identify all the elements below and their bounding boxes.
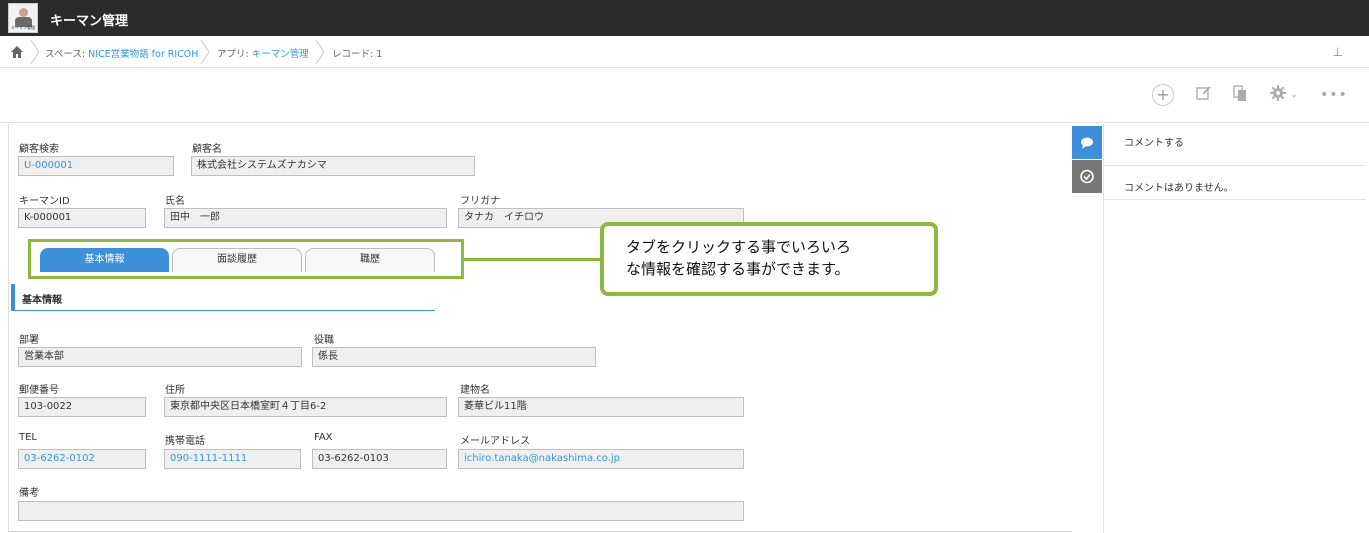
person-head-shape bbox=[19, 8, 28, 17]
keyman-id-label: キーマンID bbox=[19, 196, 70, 207]
customer-name-field[interactable]: 株式会社システムズナカシマ bbox=[191, 156, 475, 176]
more-icon[interactable]: ••• bbox=[1320, 84, 1347, 106]
comment-input[interactable]: コメントする bbox=[1104, 124, 1366, 166]
app-header: キーマン管理 キーマン管理 bbox=[0, 0, 1369, 36]
breadcrumb-app[interactable]: アプリ: キーマン管理 bbox=[217, 46, 309, 60]
breadcrumb-app-prefix: アプリ: bbox=[217, 49, 252, 60]
breadcrumb-space[interactable]: スペース: NICE営業物語 for RICOH bbox=[45, 46, 198, 60]
postal-code-label: 郵便番号 bbox=[19, 385, 59, 396]
edit-icon[interactable] bbox=[1193, 84, 1215, 106]
home-icon[interactable] bbox=[10, 45, 24, 59]
callout-line1: タブをクリックする事でいろいろ bbox=[626, 238, 852, 256]
section-title: 基本情報 bbox=[22, 295, 62, 306]
comment-input-label: コメントする bbox=[1124, 138, 1184, 149]
building-label: 建物名 bbox=[460, 385, 490, 396]
app-title[interactable]: キーマン管理 bbox=[50, 10, 128, 29]
position-field[interactable]: 係長 bbox=[312, 347, 596, 367]
section-divider bbox=[15, 310, 435, 311]
notes-label: 備考 bbox=[19, 488, 39, 499]
customer-search-label: 顧客検索 bbox=[19, 144, 59, 155]
fax-label: FAX bbox=[314, 432, 333, 443]
mobile-label: 携帯電話 bbox=[165, 436, 205, 447]
pin-icon[interactable]: ⊥ bbox=[1333, 45, 1343, 59]
address-field[interactable]: 東京都中央区日本橋室町４丁目6-2 bbox=[164, 397, 447, 417]
breadcrumb-separator-icon bbox=[315, 40, 325, 64]
tel-label: TEL bbox=[19, 432, 37, 443]
keyman-id-field[interactable]: K-000001 bbox=[18, 208, 146, 228]
mobile-field[interactable]: 090-1111-1111 bbox=[164, 449, 301, 469]
record-form bbox=[8, 124, 1072, 532]
customer-search-field[interactable]: U-000001 bbox=[18, 156, 174, 176]
app-icon-label: キーマン管理 bbox=[11, 25, 35, 30]
record-toolbar: + ⌄ ••• bbox=[0, 68, 1369, 123]
callout-box: タブをクリックする事でいろいろ な情報を確認する事ができます。 bbox=[600, 222, 938, 296]
email-field[interactable]: ichiro.tanaka@nakashima.co.jp bbox=[458, 449, 744, 469]
side-rail bbox=[1072, 124, 1102, 533]
building-field[interactable]: 菱華ビル11階 bbox=[458, 397, 744, 417]
comment-list: コメントはありません。 bbox=[1104, 172, 1366, 200]
app-icon[interactable]: キーマン管理 bbox=[8, 3, 38, 33]
tab-basic-info[interactable]: 基本情報 bbox=[40, 248, 169, 272]
breadcrumb-space-prefix: スペース: bbox=[45, 49, 89, 60]
comment-tab-button[interactable] bbox=[1072, 126, 1102, 159]
breadcrumb-separator-icon bbox=[200, 40, 210, 64]
name-label: 氏名 bbox=[165, 196, 185, 207]
fax-field[interactable]: 03-6262-0103 bbox=[312, 449, 447, 469]
department-field[interactable]: 営業本部 bbox=[18, 347, 302, 367]
history-tab-button[interactable] bbox=[1072, 160, 1102, 193]
furigana-label: フリガナ bbox=[460, 196, 500, 207]
history-icon bbox=[1080, 169, 1094, 184]
breadcrumb: スペース: NICE営業物語 for RICOH アプリ: キーマン管理 レコー… bbox=[0, 36, 1369, 68]
comment-panel: コメントする コメントはありません。 bbox=[1103, 124, 1369, 533]
speech-bubble-icon bbox=[1081, 137, 1093, 149]
name-field[interactable]: 田中 一郎 bbox=[164, 208, 447, 228]
breadcrumb-app-link[interactable]: キーマン管理 bbox=[252, 49, 309, 60]
address-label: 住所 bbox=[165, 385, 185, 396]
no-comments-text: コメントはありません。 bbox=[1124, 183, 1234, 194]
tab-meeting-history[interactable]: 面談履歴 bbox=[172, 248, 302, 272]
section-marker bbox=[11, 284, 15, 311]
chevron-down-icon[interactable]: ⌄ bbox=[1288, 84, 1300, 106]
tab-career[interactable]: 職歴 bbox=[305, 248, 435, 272]
add-icon[interactable]: + bbox=[1152, 84, 1174, 106]
postal-code-field[interactable]: 103-0022 bbox=[18, 397, 146, 417]
callout-line2: な情報を確認する事ができます。 bbox=[626, 260, 850, 278]
customer-name-label: 顧客名 bbox=[192, 144, 222, 155]
callout-connector bbox=[464, 258, 600, 261]
gear-icon[interactable] bbox=[1267, 84, 1289, 106]
breadcrumb-separator-icon bbox=[30, 40, 40, 64]
breadcrumb-space-link[interactable]: NICE営業物語 for RICOH bbox=[88, 49, 198, 60]
department-label: 部署 bbox=[19, 335, 39, 346]
position-label: 役職 bbox=[314, 335, 334, 346]
email-label: メールアドレス bbox=[460, 436, 530, 447]
tel-field[interactable]: 03-6262-0102 bbox=[18, 449, 146, 469]
breadcrumb-record: レコード: 1 bbox=[332, 49, 383, 60]
copy-icon[interactable] bbox=[1229, 84, 1251, 106]
notes-field[interactable] bbox=[18, 501, 744, 521]
